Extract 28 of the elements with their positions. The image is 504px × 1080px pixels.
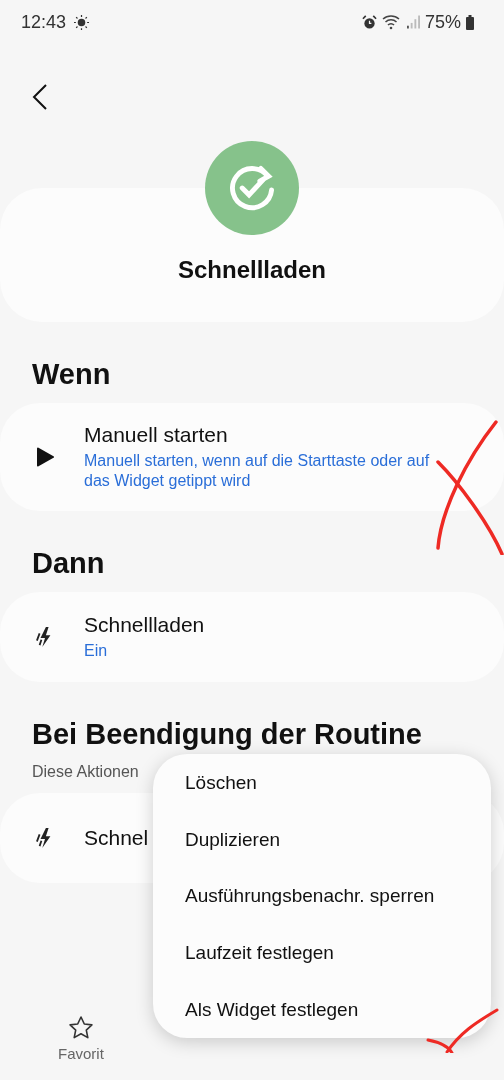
section-heading: Wenn — [32, 358, 112, 391]
battery-icon — [466, 14, 474, 30]
menu-item[interactable]: Laufzeit festlegen — [153, 924, 491, 982]
status-time: 12:43 — [21, 11, 67, 33]
action-card[interactable]: Schnellladen Ein — [0, 592, 504, 682]
signal-icon — [406, 15, 420, 29]
action-subtitle: Manuell starten, wenn auf die Starttaste oder auf das Widget getippt wird — [84, 451, 431, 491]
wifi-icon — [381, 14, 402, 30]
routine-title: Schnellladen — [177, 256, 326, 284]
section-description: Diese Aktionen — [32, 763, 140, 781]
action-card[interactable]: Manuell starten Manuell starten, wenn auf die Starttaste oder auf das Widget getippt wird — [0, 403, 504, 511]
menu-item[interactable]: Als Widget festlegen — [153, 981, 491, 1038]
nav-label[interactable]: Favorit — [58, 1045, 104, 1062]
action-title: Schnel — [84, 826, 149, 850]
menu-item[interactable]: Ausführungsbenachr. sperren — [153, 868, 491, 925]
action-title: Schnellladen — [84, 613, 206, 637]
alarm-icon — [361, 14, 377, 30]
sun-icon — [74, 14, 90, 30]
menu-item[interactable]: Löschen — [153, 755, 491, 812]
action-subtitle: Ein — [84, 641, 109, 661]
star-icon[interactable] — [67, 1015, 94, 1041]
section-heading: Bei Beendigung der Routine — [32, 718, 423, 751]
play-icon — [36, 447, 54, 467]
battery-percent: 75% — [424, 11, 461, 33]
action-title: Manuell starten — [84, 423, 229, 447]
back-icon[interactable] — [32, 84, 48, 110]
menu-item[interactable]: Duplizieren — [153, 811, 491, 869]
section-heading: Dann — [32, 547, 106, 580]
